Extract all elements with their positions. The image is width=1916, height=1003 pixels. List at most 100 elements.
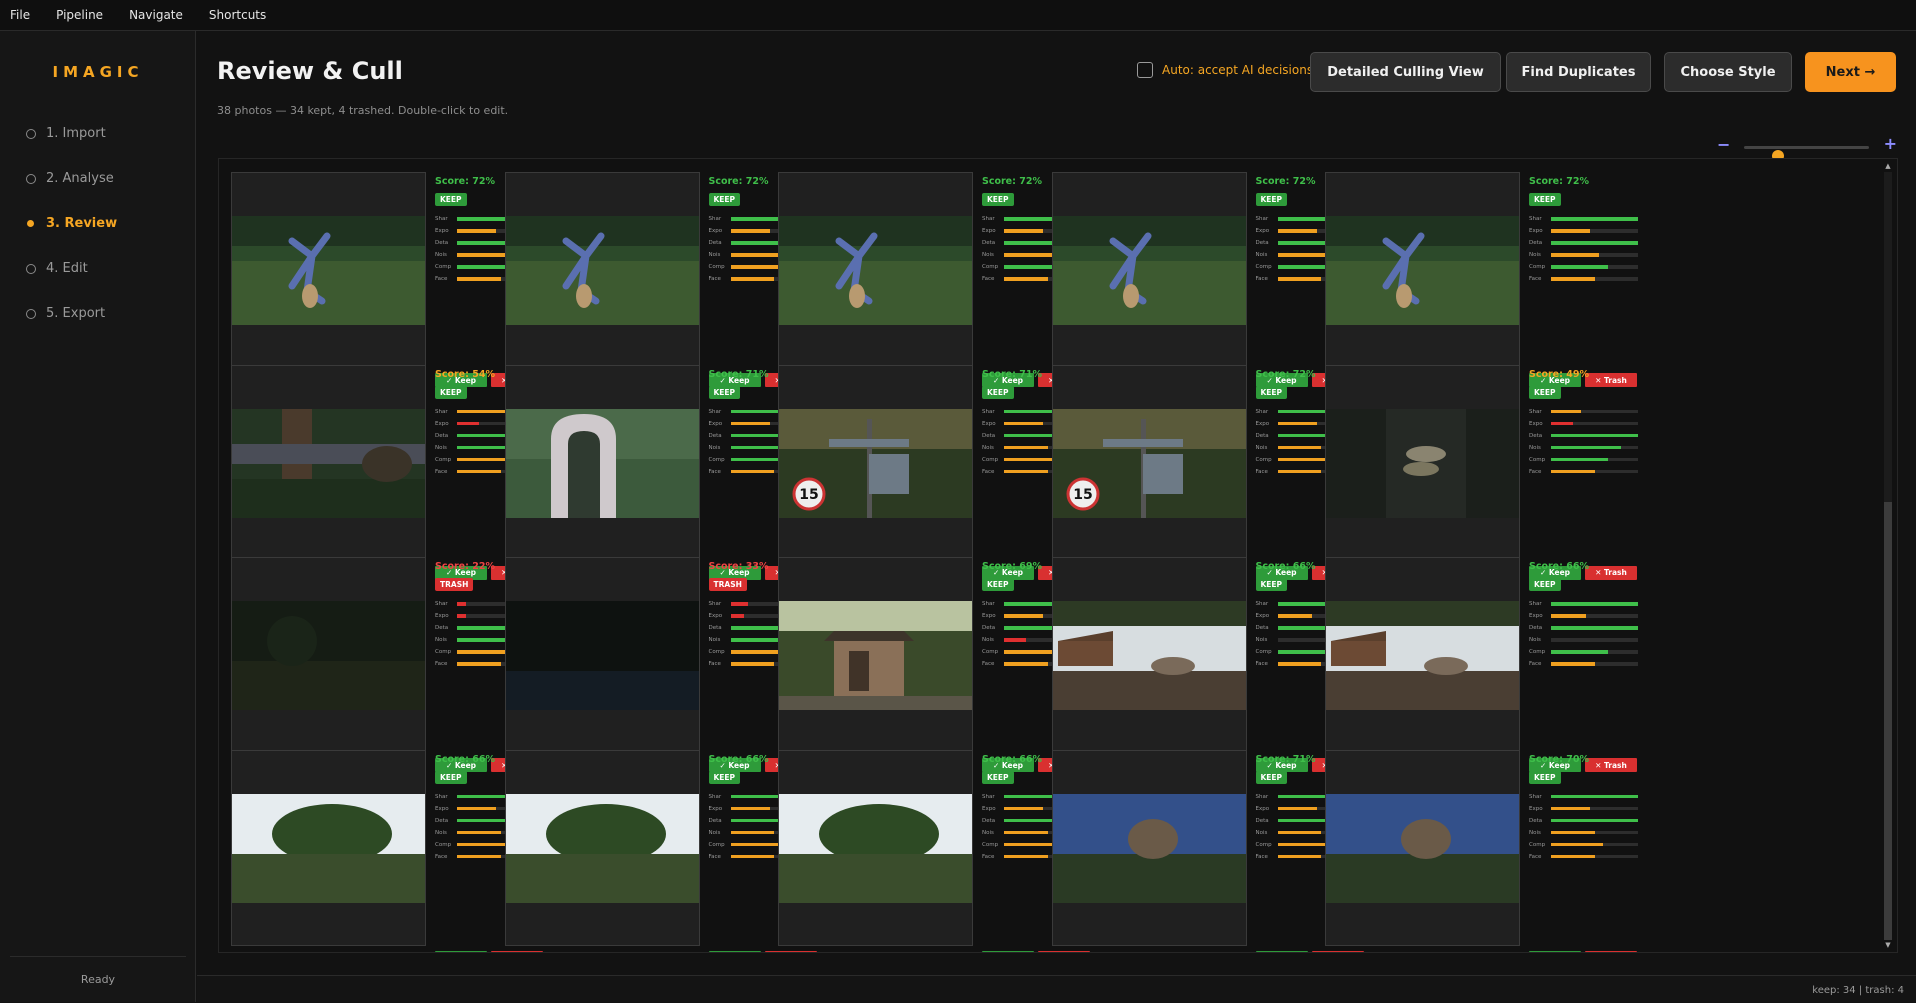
zoom-out-icon[interactable]: − (1717, 135, 1730, 154)
metric-label: Shar (982, 793, 995, 800)
decision-badge: KEEP (435, 193, 467, 206)
zoom-in-icon[interactable]: + (1884, 134, 1897, 153)
auto-accept-toggle[interactable]: Auto: accept AI decisions (1137, 62, 1313, 78)
next-button[interactable]: Next → (1805, 52, 1896, 92)
photo-thumbnail[interactable] (231, 172, 426, 368)
photo-card[interactable]: DSC03098.ARW Score: 72% KEEP Shar Expo D… (1325, 172, 1645, 392)
photo-thumbnail[interactable] (1325, 172, 1520, 368)
score-prefix: Score: (1255, 561, 1293, 572)
photo-image (232, 601, 425, 710)
menu-file[interactable]: File (10, 8, 30, 22)
photo-thumbnail[interactable] (1325, 364, 1520, 561)
photo-thumbnail[interactable] (231, 364, 426, 561)
pipeline-steps: 1. Import 2. Analyse 3. Review 4. Edit 5… (26, 111, 117, 336)
scroll-down-icon[interactable]: ▼ (1884, 941, 1892, 949)
zoom-slider[interactable] (1744, 146, 1869, 162)
photo-thumbnail[interactable] (1325, 557, 1520, 753)
photo-thumbnail[interactable] (778, 172, 973, 368)
metric-bar-fill (730, 229, 770, 233)
menu-pipeline[interactable]: Pipeline (56, 8, 103, 22)
photo-thumbnail[interactable] (778, 749, 973, 946)
auto-accept-checkbox[interactable] (1137, 62, 1153, 78)
photo-thumbnail[interactable] (504, 749, 700, 946)
photo-thumbnail[interactable] (778, 557, 973, 753)
photo-image (1326, 216, 1519, 325)
metric-bar-fill (1277, 277, 1321, 281)
photo-card[interactable]: 15 DSC03229.ARW Score: 71% KEEP Shar Exp… (778, 364, 1098, 585)
step-edit[interactable]: 4. Edit (26, 246, 117, 291)
metric-label: Comp (1529, 456, 1546, 463)
photo-image (1326, 793, 1519, 903)
metric-row: Deta (1529, 237, 1638, 249)
photo-card[interactable]: DSC03851.ARW Score: 66% KEEP Shar Expo D… (1325, 557, 1645, 777)
find-duplicates-button[interactable]: Find Duplicates (1506, 52, 1651, 92)
metric-label: Deta (982, 432, 996, 439)
photo-card[interactable]: DSC03124.ARW Score: 71% KEEP Shar Expo D… (504, 364, 825, 585)
metric-bar-fill (1004, 457, 1057, 462)
step-export[interactable]: 5. Export (26, 291, 117, 336)
decision-badge: KEEP (1529, 385, 1561, 399)
photo-card[interactable]: DSC03108.ARW Score: 54% KEEP Shar Expo D… (231, 364, 551, 585)
photo-card[interactable]: Score: 66% KEEP Shar Expo Deta Nois Comp… (231, 749, 551, 952)
photo-card[interactable]: DSC03096.ARW Score: 72% KEEP Shar Expo D… (1051, 172, 1372, 392)
keep-button[interactable]: ✓ Keep (435, 950, 487, 952)
photo-card[interactable]: DSC03453.ARW Score: 33% TRASH Shar Expo … (504, 557, 825, 777)
photo-card[interactable]: DSC03095.ARW Score: 72% KEEP Shar Expo D… (778, 172, 1098, 392)
step-analyse[interactable]: 2. Analyse (26, 156, 117, 201)
metric-label: Face (708, 853, 721, 860)
photo-card[interactable]: Score: 66% KEEP Shar Expo Deta Nois Comp… (504, 749, 825, 952)
photo-thumbnail[interactable] (1051, 557, 1247, 753)
photo-card[interactable]: DSC03435.ARW Score: 49% KEEP Shar Expo D… (1325, 364, 1645, 585)
photo-card[interactable]: DSC03093.ARW Score: 72% KEEP Shar Expo D… (231, 172, 551, 392)
menu-navigate[interactable]: Navigate (129, 8, 183, 22)
photo-thumbnail[interactable] (504, 364, 700, 561)
metric-bar-fill (1004, 830, 1048, 835)
score-prefix: Score: (982, 561, 1020, 572)
keep-button[interactable]: ✓ Keep (1529, 950, 1581, 952)
keep-button[interactable]: ✓ Keep (708, 950, 761, 952)
photo-card[interactable]: Score: 71% KEEP Shar Expo Deta Nois Comp… (1051, 749, 1372, 952)
metric-bar-fill (1551, 650, 1608, 654)
step-review[interactable]: 3. Review (26, 201, 117, 246)
scroll-up-icon[interactable]: ▲ (1884, 162, 1892, 170)
photo-thumbnail[interactable] (504, 557, 700, 753)
photo-thumbnail[interactable] (504, 172, 700, 368)
menu-shortcuts[interactable]: Shortcuts (209, 8, 266, 22)
metric-label: Face (982, 661, 995, 667)
keep-button[interactable]: ✓ Keep (1255, 950, 1308, 952)
score-prefix: Score: (435, 368, 473, 380)
metric-bar-fill (1277, 614, 1313, 618)
metric-bar (1551, 265, 1638, 269)
photo-thumbnail[interactable] (231, 557, 426, 753)
metric-row: Comp (1529, 261, 1638, 273)
detailed-culling-view-button[interactable]: Detailed Culling View (1310, 52, 1501, 92)
metric-label: Face (1529, 853, 1542, 860)
photo-thumbnail[interactable]: 15 (1051, 364, 1247, 561)
photo-card[interactable]: Score: 66% KEEP Shar Expo Deta Nois Comp… (778, 749, 1098, 952)
metric-label: Deta (1529, 625, 1543, 631)
photo-card[interactable]: DSC03850.ARW Score: 66% KEEP Shar Expo D… (1051, 557, 1372, 777)
photo-thumbnail[interactable] (231, 749, 426, 946)
photo-card[interactable]: DSC03452.ARW Score: 22% TRASH Shar Expo … (231, 557, 551, 777)
photo-card[interactable]: 15 DSC03230.ARW Score: 72% KEEP Shar Exp… (1051, 364, 1372, 585)
photo-thumbnail[interactable]: 15 (778, 364, 973, 561)
step-import[interactable]: 1. Import (26, 111, 117, 156)
photo-score: Score: 22% (435, 561, 495, 572)
grid-scrollbar[interactable]: ▲ ▼ (1884, 162, 1892, 949)
photo-card[interactable]: Score: 70% KEEP Shar Expo Deta Nois Comp… (1325, 749, 1645, 952)
metric-label: Face (1255, 661, 1268, 667)
score-prefix: Score: (1529, 368, 1567, 380)
metric-bar-fill (1004, 854, 1048, 859)
scrollbar-thumb[interactable] (1884, 502, 1892, 940)
metric-bar-fill (457, 842, 510, 847)
metric-bar-fill (730, 842, 783, 847)
photo-thumbnail[interactable] (1325, 749, 1520, 946)
trash-button[interactable]: ✕ Trash (1585, 950, 1637, 952)
metric-row: Face (1529, 466, 1638, 478)
photo-card[interactable]: DSC03542.ARW Score: 69% KEEP Shar Expo D… (778, 557, 1098, 777)
choose-style-button[interactable]: Choose Style (1664, 52, 1792, 92)
photo-thumbnail[interactable] (1051, 749, 1247, 946)
keep-button[interactable]: ✓ Keep (982, 950, 1034, 952)
photo-thumbnail[interactable] (1051, 172, 1247, 368)
photo-card[interactable]: DSC03094.ARW Score: 72% KEEP Shar Expo D… (504, 172, 825, 392)
